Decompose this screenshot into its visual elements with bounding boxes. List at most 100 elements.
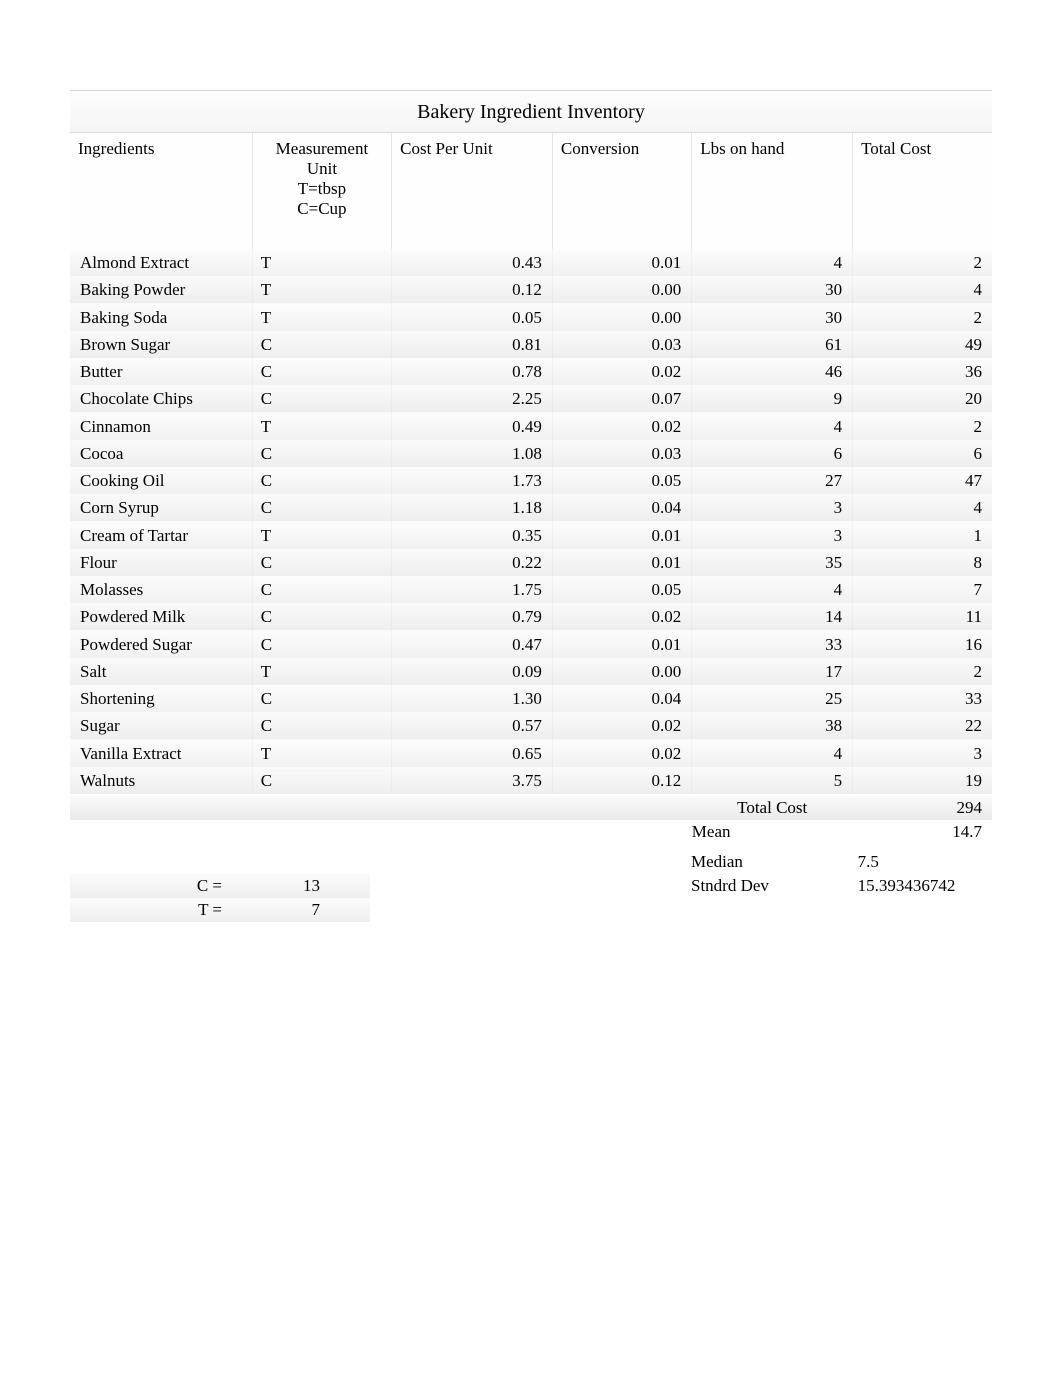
- cell-unit: C: [252, 494, 391, 521]
- cell-lbs-on-hand: 46: [692, 358, 853, 385]
- right-stats: Median 7.5 Stndrd Dev 15.393436742: [370, 850, 992, 898]
- cell-lbs-on-hand: 30: [692, 304, 853, 331]
- table-body: Almond ExtractT0.430.0142Baking PowderT0…: [70, 249, 992, 794]
- cell-total-cost: 2: [853, 413, 992, 440]
- table-row: Baking PowderT0.120.00304: [70, 276, 992, 303]
- cell-lbs-on-hand: 6: [692, 440, 853, 467]
- cell-total-cost: 20: [853, 385, 992, 412]
- cell-lbs-on-hand: 3: [692, 494, 853, 521]
- header-lbs-on-hand: Lbs on hand: [692, 133, 853, 249]
- document-page: Bakery Ingredient Inventory Ingredients …: [70, 90, 992, 922]
- header-total-cost: Total Cost: [853, 133, 992, 249]
- cell-total-cost: 11: [853, 603, 992, 630]
- unit-count-legend: C = 13 T = 7: [70, 850, 370, 922]
- cell-ingredient: Baking Powder: [70, 276, 252, 303]
- cell-ingredient: Molasses: [70, 576, 252, 603]
- cell-cost-per-unit: 0.81: [392, 331, 553, 358]
- cell-unit: C: [252, 631, 391, 658]
- table-row: Baking SodaT0.050.00302: [70, 304, 992, 331]
- cell-ingredient: Brown Sugar: [70, 331, 252, 358]
- table-row: WalnutsC3.750.12519: [70, 767, 992, 794]
- summary-stddev-value: 15.393436742: [848, 874, 992, 898]
- cell-total-cost: 8: [853, 549, 992, 576]
- cell-ingredient: Cream of Tartar: [70, 522, 252, 549]
- legend-t-label: T =: [70, 900, 230, 920]
- cell-lbs-on-hand: 30: [692, 276, 853, 303]
- summary-median-label: Median: [681, 850, 848, 874]
- cell-cost-per-unit: 2.25: [392, 385, 553, 412]
- cell-conversion: 0.02: [552, 358, 691, 385]
- cell-lbs-on-hand: 35: [692, 549, 853, 576]
- cell-conversion: 0.02: [552, 413, 691, 440]
- cell-total-cost: 49: [853, 331, 992, 358]
- cell-total-cost: 47: [853, 467, 992, 494]
- summary-median-value: 7.5: [848, 850, 992, 874]
- cell-conversion: 0.02: [552, 740, 691, 767]
- cell-lbs-on-hand: 4: [692, 413, 853, 440]
- cell-unit: T: [252, 658, 391, 685]
- cell-cost-per-unit: 1.08: [392, 440, 553, 467]
- cell-cost-per-unit: 1.73: [392, 467, 553, 494]
- cell-lbs-on-hand: 38: [692, 712, 853, 739]
- cell-total-cost: 2: [853, 249, 992, 276]
- cell-unit: T: [252, 740, 391, 767]
- cell-lbs-on-hand: 14: [692, 603, 853, 630]
- cell-cost-per-unit: 1.75: [392, 576, 553, 603]
- cell-lbs-on-hand: 4: [692, 249, 853, 276]
- cell-ingredient: Powdered Sugar: [70, 631, 252, 658]
- cell-cost-per-unit: 0.43: [392, 249, 553, 276]
- cell-cost-per-unit: 0.09: [392, 658, 553, 685]
- cell-total-cost: 4: [853, 276, 992, 303]
- table-row: Brown SugarC0.810.036149: [70, 331, 992, 358]
- header-measurement: Measurement Unit T=tbsp C=Cup: [252, 133, 391, 249]
- cell-unit: C: [252, 385, 391, 412]
- cell-cost-per-unit: 0.35: [392, 522, 553, 549]
- cell-unit: C: [252, 440, 391, 467]
- cell-conversion: 0.01: [552, 631, 691, 658]
- cell-lbs-on-hand: 4: [692, 576, 853, 603]
- cell-unit: T: [252, 304, 391, 331]
- cell-lbs-on-hand: 17: [692, 658, 853, 685]
- table-row: SugarC0.570.023822: [70, 712, 992, 739]
- table-row: Cream of TartarT0.350.0131: [70, 522, 992, 549]
- cell-ingredient: Corn Syrup: [70, 494, 252, 521]
- cell-unit: C: [252, 331, 391, 358]
- table-row: CinnamonT0.490.0242: [70, 413, 992, 440]
- legend-c-label: C =: [70, 876, 230, 896]
- header-measurement-l4: C=Cup: [261, 199, 383, 219]
- cell-lbs-on-hand: 25: [692, 685, 853, 712]
- cell-ingredient: Vanilla Extract: [70, 740, 252, 767]
- table-row: Powdered MilkC0.790.021411: [70, 603, 992, 630]
- bottom-row: C = 13 T = 7 Median 7.5 Stndrd Dev 15.39…: [70, 850, 992, 922]
- cell-conversion: 0.02: [552, 603, 691, 630]
- cell-cost-per-unit: 0.79: [392, 603, 553, 630]
- table-row: Powdered SugarC0.470.013316: [70, 631, 992, 658]
- cell-unit: C: [252, 358, 391, 385]
- summary-block: Total Cost 294 Mean 14.7: [70, 796, 992, 844]
- summary-total-label: Total Cost: [692, 796, 853, 820]
- cell-unit: C: [252, 685, 391, 712]
- cell-lbs-on-hand: 4: [692, 740, 853, 767]
- cell-conversion: 0.07: [552, 385, 691, 412]
- cell-ingredient: Salt: [70, 658, 252, 685]
- cell-lbs-on-hand: 61: [692, 331, 853, 358]
- cell-unit: T: [252, 522, 391, 549]
- cell-conversion: 0.04: [552, 494, 691, 521]
- summary-mean-row: Mean 14.7: [70, 820, 992, 844]
- cell-total-cost: 1: [853, 522, 992, 549]
- cell-conversion: 0.01: [552, 522, 691, 549]
- cell-conversion: 0.00: [552, 658, 691, 685]
- cell-total-cost: 3: [853, 740, 992, 767]
- cell-ingredient: Walnuts: [70, 767, 252, 794]
- page-title: Bakery Ingredient Inventory: [70, 90, 992, 133]
- cell-conversion: 0.01: [552, 249, 691, 276]
- table-row: Chocolate ChipsC2.250.07920: [70, 385, 992, 412]
- header-ingredients: Ingredients: [70, 133, 252, 249]
- table-row: CocoaC1.080.0366: [70, 440, 992, 467]
- summary-median-row: Median 7.5: [370, 850, 992, 874]
- cell-cost-per-unit: 0.47: [392, 631, 553, 658]
- table-row: MolassesC1.750.0547: [70, 576, 992, 603]
- cell-total-cost: 4: [853, 494, 992, 521]
- summary-total-value: 294: [853, 796, 992, 820]
- cell-cost-per-unit: 0.49: [392, 413, 553, 440]
